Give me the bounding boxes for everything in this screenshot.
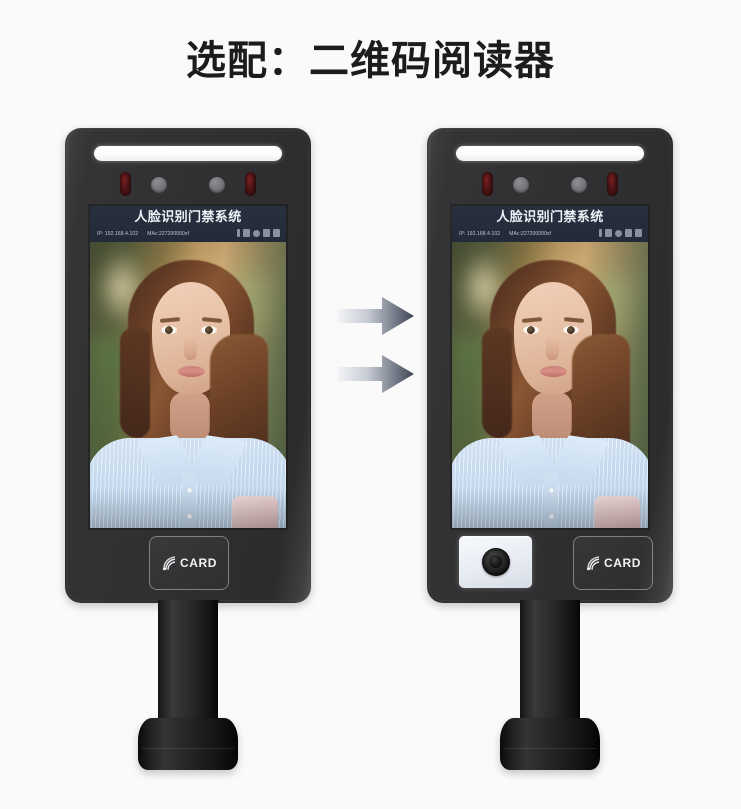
sensor-array xyxy=(427,172,673,196)
live-camera-preview xyxy=(452,242,648,528)
signal-icon xyxy=(599,229,602,237)
live-camera-preview xyxy=(90,242,286,528)
screen-mac-label: MAc:227200000sf xyxy=(147,230,189,237)
device-screen[interactable]: 人脸识别门禁系统 IP: 192.168.4.102 MAc:227200000… xyxy=(90,206,286,528)
device-body-panel: 人脸识别门禁系统 IP: 192.168.4.102 MAc:227200000… xyxy=(65,128,311,603)
device-with-qr-reader[interactable]: 人脸识别门禁系统 IP: 192.168.4.102 MAc:227200000… xyxy=(427,128,673,770)
network-icon xyxy=(253,229,260,237)
device-screen[interactable]: 人脸识别门禁系统 IP: 192.168.4.102 MAc:227200000… xyxy=(452,206,648,528)
screen-ip-label: IP: 192.168.4.102 xyxy=(97,230,139,237)
device-standard[interactable]: 人脸识别门禁系统 IP: 192.168.4.102 MAc:227200000… xyxy=(65,128,311,770)
page-title: 选配：二维码阅读器 xyxy=(186,39,555,83)
module-area-standard: CARD xyxy=(65,536,311,598)
device-body-panel: 人脸识别门禁系统 IP: 192.168.4.102 MAc:227200000… xyxy=(427,128,673,603)
screen-ip-label: IP: 192.168.4.102 xyxy=(459,230,501,237)
screen-header-bar: 人脸识别门禁系统 IP: 192.168.4.102 MAc:227200000… xyxy=(452,206,648,242)
screen-status-icon-group xyxy=(237,229,280,237)
rfid-wave-icon xyxy=(586,555,600,570)
camera-lens-left-icon xyxy=(513,177,529,193)
qr-scanner-lens-icon xyxy=(481,548,510,576)
camera-lens-right-icon xyxy=(571,177,587,193)
screen-header-bar: 人脸识别门禁系统 IP: 192.168.4.102 MAc:227200000… xyxy=(90,206,286,242)
screen-title: 人脸识别门禁系统 xyxy=(496,209,604,224)
wifi-icon xyxy=(243,229,250,237)
transition-arrows xyxy=(338,296,414,396)
photo-vignette xyxy=(90,242,286,528)
screen-info-bar: IP: 192.168.4.102 MAc:227200000sf xyxy=(90,227,286,240)
ir-led-left-icon xyxy=(482,172,493,196)
white-led-fill-light-icon xyxy=(456,146,644,161)
stand-base xyxy=(138,718,238,770)
sensor-array xyxy=(65,172,311,196)
camera-lens-left-icon xyxy=(151,177,167,193)
menu-icon xyxy=(635,229,642,237)
screen-title: 人脸识别门禁系统 xyxy=(134,209,242,224)
stand-base xyxy=(500,718,600,770)
card-reader-label: CARD xyxy=(179,556,218,570)
module-area-with-qr: CARD xyxy=(427,536,673,598)
card-reader-button[interactable]: CARD xyxy=(573,536,653,590)
stand-post xyxy=(520,600,580,725)
network-icon xyxy=(615,229,622,237)
qr-code-reader-module[interactable] xyxy=(459,536,532,588)
stand-post xyxy=(158,600,218,725)
card-reader-label: CARD xyxy=(603,556,642,570)
battery-icon xyxy=(625,229,632,237)
arrow-right-icon-top xyxy=(338,297,414,335)
card-reader-button[interactable]: CARD xyxy=(149,536,229,590)
arrow-right-icon-bottom xyxy=(338,355,414,393)
white-led-fill-light-icon xyxy=(94,146,282,161)
wifi-icon xyxy=(605,229,612,237)
photo-vignette xyxy=(452,242,648,528)
screen-info-bar: IP: 192.168.4.102 MAc:227200000sf xyxy=(452,227,648,240)
rfid-wave-icon xyxy=(162,555,176,570)
camera-lens-right-icon xyxy=(209,177,225,193)
ir-led-right-icon xyxy=(245,172,256,196)
ir-led-right-icon xyxy=(607,172,618,196)
battery-icon xyxy=(263,229,270,237)
screen-mac-label: MAc:227200000sf xyxy=(509,230,551,237)
screen-status-icon-group xyxy=(599,229,642,237)
menu-icon xyxy=(273,229,280,237)
signal-icon xyxy=(237,229,240,237)
ir-led-left-icon xyxy=(120,172,131,196)
